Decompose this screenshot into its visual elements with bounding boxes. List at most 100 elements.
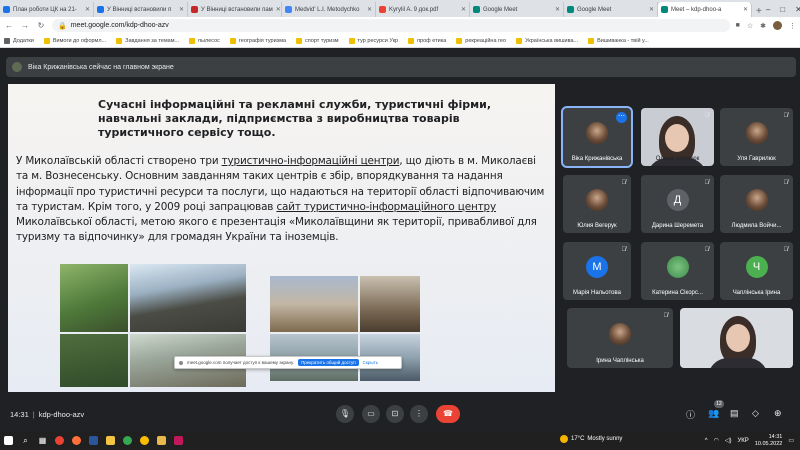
tab-close-icon[interactable]: ✕ xyxy=(179,6,184,13)
profile-avatar[interactable] xyxy=(773,21,782,30)
participant-tile[interactable]: 🎙̸ Катерина Сікорс... xyxy=(641,242,714,300)
participant-tile[interactable]: М 🎙̸ Марія Нальотова xyxy=(563,242,631,300)
tab-close-icon[interactable]: ✕ xyxy=(461,6,466,13)
explorer-taskbar-icon[interactable] xyxy=(102,432,119,449)
bookmark-label: Вишиванка - твій у... xyxy=(597,37,649,44)
share-notice-text: meet.google.com получает доступ к вашему… xyxy=(187,360,295,365)
tray-chevron-icon[interactable]: ^ xyxy=(705,438,708,444)
participant-tile[interactable]: Ч 🎙̸ Чаплінська Ірина xyxy=(720,242,793,300)
participant-name: Ірина Чаплінська xyxy=(596,358,644,364)
tab-close-icon[interactable]: ✕ xyxy=(367,6,372,13)
bookmark-item[interactable]: пылесос xyxy=(189,37,220,44)
tab-close-icon[interactable]: ✕ xyxy=(743,6,748,13)
info-icon[interactable]: ⓘ xyxy=(686,408,695,421)
participant-tile[interactable]: ⋯ Віка Крижанівська xyxy=(561,106,633,168)
folder-taskbar-icon[interactable] xyxy=(153,432,170,449)
participant-tile[interactable]: 🎙̸ Ірина Чаплінська xyxy=(567,308,673,368)
more-options-button[interactable]: ⋮ xyxy=(410,405,428,423)
participant-tile[interactable]: 🎙̸ Людмила Войчи... xyxy=(720,175,793,233)
camera-icon: ▭ xyxy=(367,409,375,418)
notification-icon[interactable]: ▭ xyxy=(788,437,794,444)
bookmark-item[interactable]: тур ресурси Укр xyxy=(348,37,398,44)
wifi-icon[interactable]: ◠ xyxy=(714,437,719,444)
people-icon[interactable]: 👥 xyxy=(708,408,719,419)
end-call-button[interactable]: ☎ xyxy=(436,405,460,423)
url-field[interactable]: 🔒 meet.google.com/kdp-dhoo-azv xyxy=(52,19,730,32)
browser-tab[interactable]: Google Meet ✕ xyxy=(470,2,564,17)
bookmark-item[interactable]: проф етика xyxy=(408,37,446,44)
participants-count-badge: 12 xyxy=(714,400,724,408)
browser-tab[interactable]: Kyrylil A. 9 док.pdf ✕ xyxy=(376,2,470,17)
bookmark-item[interactable]: Завдання за темам... xyxy=(116,37,179,44)
back-icon[interactable]: ← xyxy=(4,21,14,30)
maximize-icon[interactable]: □ xyxy=(780,5,785,14)
participant-avatar: М xyxy=(586,256,608,278)
browser-tab[interactable]: План роботи ЦК на 21- ✕ xyxy=(0,2,94,17)
tab-close-icon[interactable]: ✕ xyxy=(85,6,90,13)
slide-body-intro: У Миколаївській області створено три xyxy=(16,155,222,167)
menu-icon[interactable]: ⋮ xyxy=(789,22,796,30)
bookmark-item[interactable]: Додатки xyxy=(4,37,34,44)
hide-notice-button[interactable]: Скрыть xyxy=(363,360,378,365)
participant-tile[interactable]: 🎙̸ Юлия Вегерук xyxy=(563,175,631,233)
participant-tile[interactable]: 🎙̸ Олена Антонюк xyxy=(641,108,714,166)
bookmark-item[interactable]: Українська вишива... xyxy=(516,37,578,44)
camera-button[interactable]: ▭ xyxy=(362,405,380,423)
forward-icon[interactable]: → xyxy=(20,21,30,30)
tab-favicon-icon xyxy=(379,6,386,13)
bookmark-item[interactable]: рекреаційна гео xyxy=(456,37,506,44)
weather-widget[interactable]: 17°C Mostly sunny xyxy=(560,435,622,443)
new-tab-button[interactable]: + xyxy=(752,6,766,17)
chat-icon[interactable]: ▤ xyxy=(730,408,739,419)
participant-name: Марія Нальотова xyxy=(573,290,621,296)
participant-tile[interactable]: 🎙̸ Уля Гаврилюк xyxy=(720,108,793,166)
browser-tab[interactable]: Meet – kdp-dhoo-a ✕ xyxy=(658,2,752,17)
minimize-icon[interactable]: – xyxy=(766,5,770,14)
video-feed xyxy=(708,358,768,368)
video-feed xyxy=(726,324,750,352)
lock-meeting-icon[interactable]: ⊕ xyxy=(774,408,782,419)
firefox-taskbar-icon[interactable] xyxy=(68,432,85,449)
participant-tile[interactable]: Д 🎙̸ Дарина Шереметa xyxy=(641,175,714,233)
start-button[interactable] xyxy=(0,432,17,449)
stop-sharing-button[interactable]: Прекратить общий доступ xyxy=(298,359,359,366)
bookmark-favicon-icon xyxy=(348,37,355,44)
activities-icon[interactable]: ◇ xyxy=(752,408,759,419)
app-taskbar-icon[interactable] xyxy=(170,432,187,449)
bookmark-item[interactable]: Вимоги до оформл... xyxy=(43,37,106,44)
end-call-icon: ☎ xyxy=(443,409,453,418)
chrome2-taskbar-icon[interactable] xyxy=(136,432,153,449)
camera-indicator-icon[interactable]: ■ xyxy=(736,22,740,29)
browser-tab[interactable]: Google Meet ✕ xyxy=(564,2,658,17)
tab-close-icon[interactable]: ✕ xyxy=(649,6,654,13)
extension-icon[interactable]: ✱ xyxy=(760,22,766,30)
tab-close-icon[interactable]: ✕ xyxy=(555,6,560,13)
browser-tab[interactable]: У Вінниці встановили пам ✕ xyxy=(188,2,282,17)
word-taskbar-icon[interactable] xyxy=(85,432,102,449)
chrome-taskbar-icon[interactable] xyxy=(51,432,68,449)
browser-tab[interactable]: У Вінниці встановили п ✕ xyxy=(94,2,188,17)
mic-button[interactable]: 🎙 xyxy=(336,405,354,423)
slide-link-centers: туристично-інформаційні центри xyxy=(221,155,400,167)
meeting-code: kdp-dhoo-azv xyxy=(38,410,85,419)
tile-options-icon[interactable]: ⋯ xyxy=(616,112,627,123)
bookmark-item[interactable]: географія туризма xyxy=(229,37,286,44)
task-view-icon[interactable]: ▦ xyxy=(34,432,51,449)
tab-strip: План роботи ЦК на 21- ✕ У Вінниці встанови… xyxy=(0,2,752,17)
tab-close-icon[interactable]: ✕ xyxy=(276,6,281,13)
tab-label: План роботи ЦК на 21- xyxy=(13,6,77,13)
close-window-icon[interactable]: ✕ xyxy=(795,5,800,14)
muted-mic-icon: 🎙̸ xyxy=(783,180,789,186)
bookmark-star-icon[interactable]: ☆ xyxy=(747,22,753,30)
reload-icon[interactable]: ↻ xyxy=(36,21,46,30)
bookmark-item[interactable]: Вишиванка - твій у... xyxy=(588,37,649,44)
volume-icon[interactable]: ◁) xyxy=(725,437,732,444)
chrome-active-taskbar-icon[interactable] xyxy=(119,432,136,449)
participant-tile[interactable] xyxy=(680,308,793,368)
clock[interactable]: 14:31 10.05.2022 xyxy=(755,434,783,448)
bookmark-item[interactable]: спорт туризм xyxy=(296,37,339,44)
browser-tab[interactable]: Medvid' L.I. Metodychko ✕ xyxy=(282,2,376,17)
present-button[interactable]: ⊡ xyxy=(386,405,404,423)
language-indicator[interactable]: УКР xyxy=(737,438,748,444)
search-taskbar-icon[interactable]: ⌕ xyxy=(17,432,34,449)
